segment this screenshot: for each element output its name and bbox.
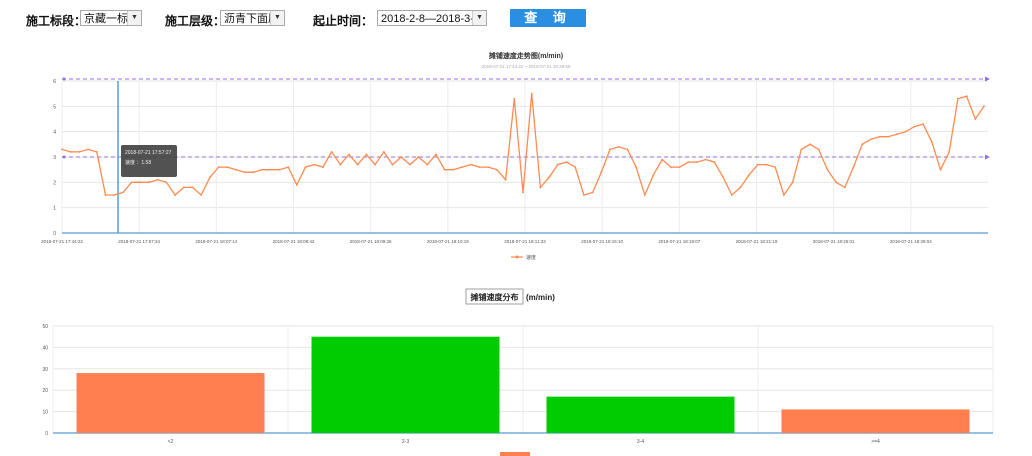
x-tick-label: 3-4 bbox=[637, 439, 644, 445]
y-tick-label: 10 bbox=[42, 410, 48, 416]
x-tick-label: >=4 bbox=[871, 439, 880, 445]
bar bbox=[311, 336, 500, 433]
legend-swatch bbox=[500, 452, 530, 456]
bar bbox=[76, 373, 265, 433]
bar bbox=[781, 409, 970, 433]
bar-chart-title: 摊铺速度分布 bbox=[471, 292, 519, 302]
y-tick-label: 20 bbox=[42, 388, 48, 394]
bar-chart: 摊铺速度分布 (m/min) 0 10 20 30 40 50 <2 2-3 3-4 >=4 bbox=[42, 288, 994, 456]
y-tick-label: 40 bbox=[42, 345, 48, 351]
y-tick-label: 50 bbox=[42, 324, 48, 330]
x-tick-label: 2-3 bbox=[402, 439, 409, 445]
bar-chart-unit: (m/min) bbox=[526, 293, 555, 302]
y-tick-label: 0 bbox=[45, 431, 48, 437]
y-tick-label: 30 bbox=[42, 367, 48, 373]
bar bbox=[546, 396, 735, 433]
x-tick-label: <2 bbox=[168, 439, 174, 445]
